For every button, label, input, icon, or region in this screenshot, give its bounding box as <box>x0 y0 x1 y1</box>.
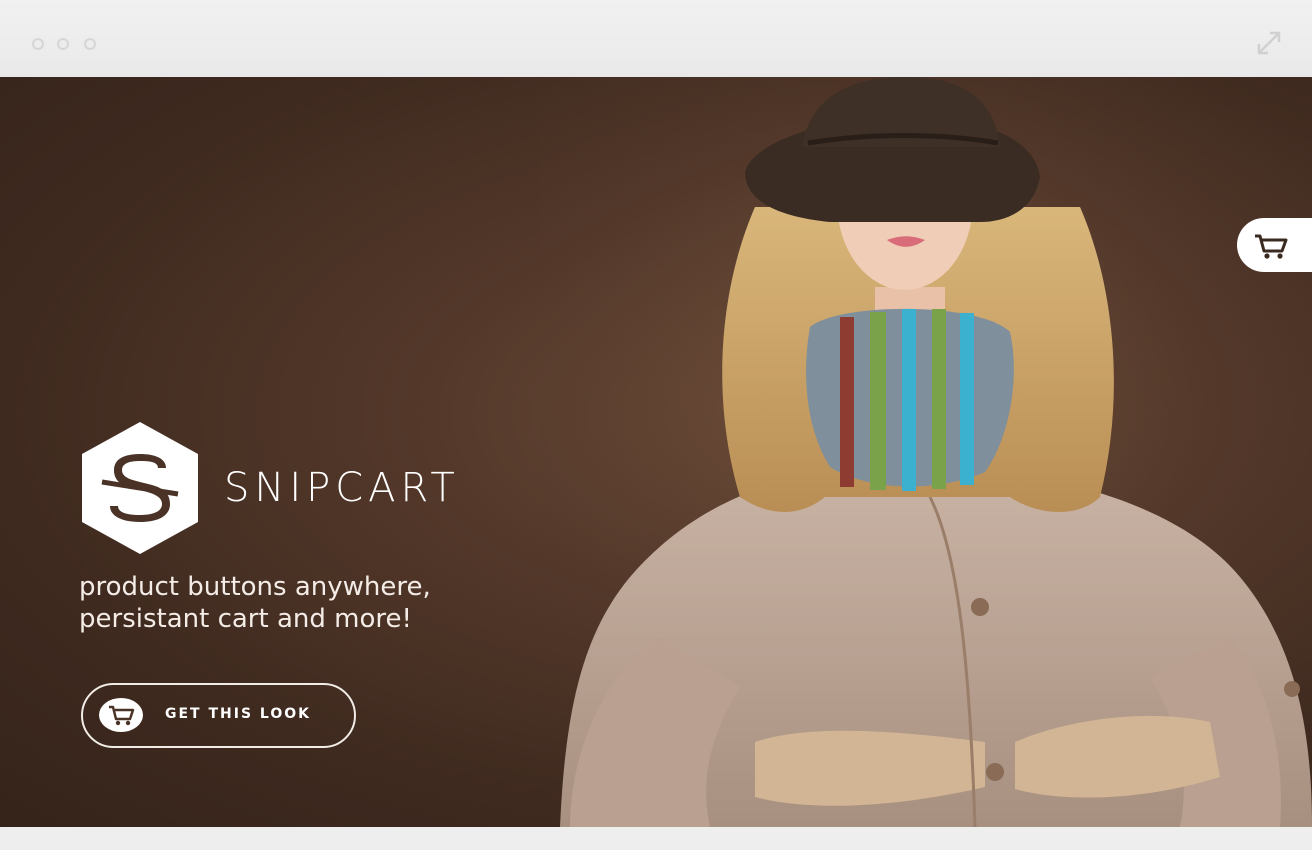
window-minimize-dot[interactable] <box>57 38 69 50</box>
expand-icon[interactable] <box>1256 30 1282 56</box>
window-close-dot[interactable] <box>32 38 44 50</box>
window-maximize-dot[interactable] <box>84 38 96 50</box>
window-bottom-bar <box>0 827 1312 850</box>
hero-tagline: product buttons anywhere, persistant car… <box>79 571 499 635</box>
hero-banner: SNIPCART product buttons anywhere, persi… <box>0 77 1312 827</box>
get-this-look-label: GET THIS LOOK <box>165 706 311 722</box>
floating-cart-tab[interactable] <box>1237 218 1312 272</box>
tagline-line-1: product buttons anywhere, <box>79 572 431 602</box>
snipcart-logo-icon <box>82 422 198 554</box>
get-this-look-button[interactable]: GET THIS LOOK <box>81 683 356 748</box>
browser-window: SNIPCART product buttons anywhere, persi… <box>0 0 1312 850</box>
shopping-cart-icon <box>1255 234 1288 259</box>
shopping-cart-icon <box>99 698 143 732</box>
brand-name: SNIPCART <box>224 465 460 511</box>
tagline-line-2: persistant cart and more! <box>79 604 412 634</box>
window-titlebar <box>0 0 1312 77</box>
model-photo <box>540 77 1312 827</box>
